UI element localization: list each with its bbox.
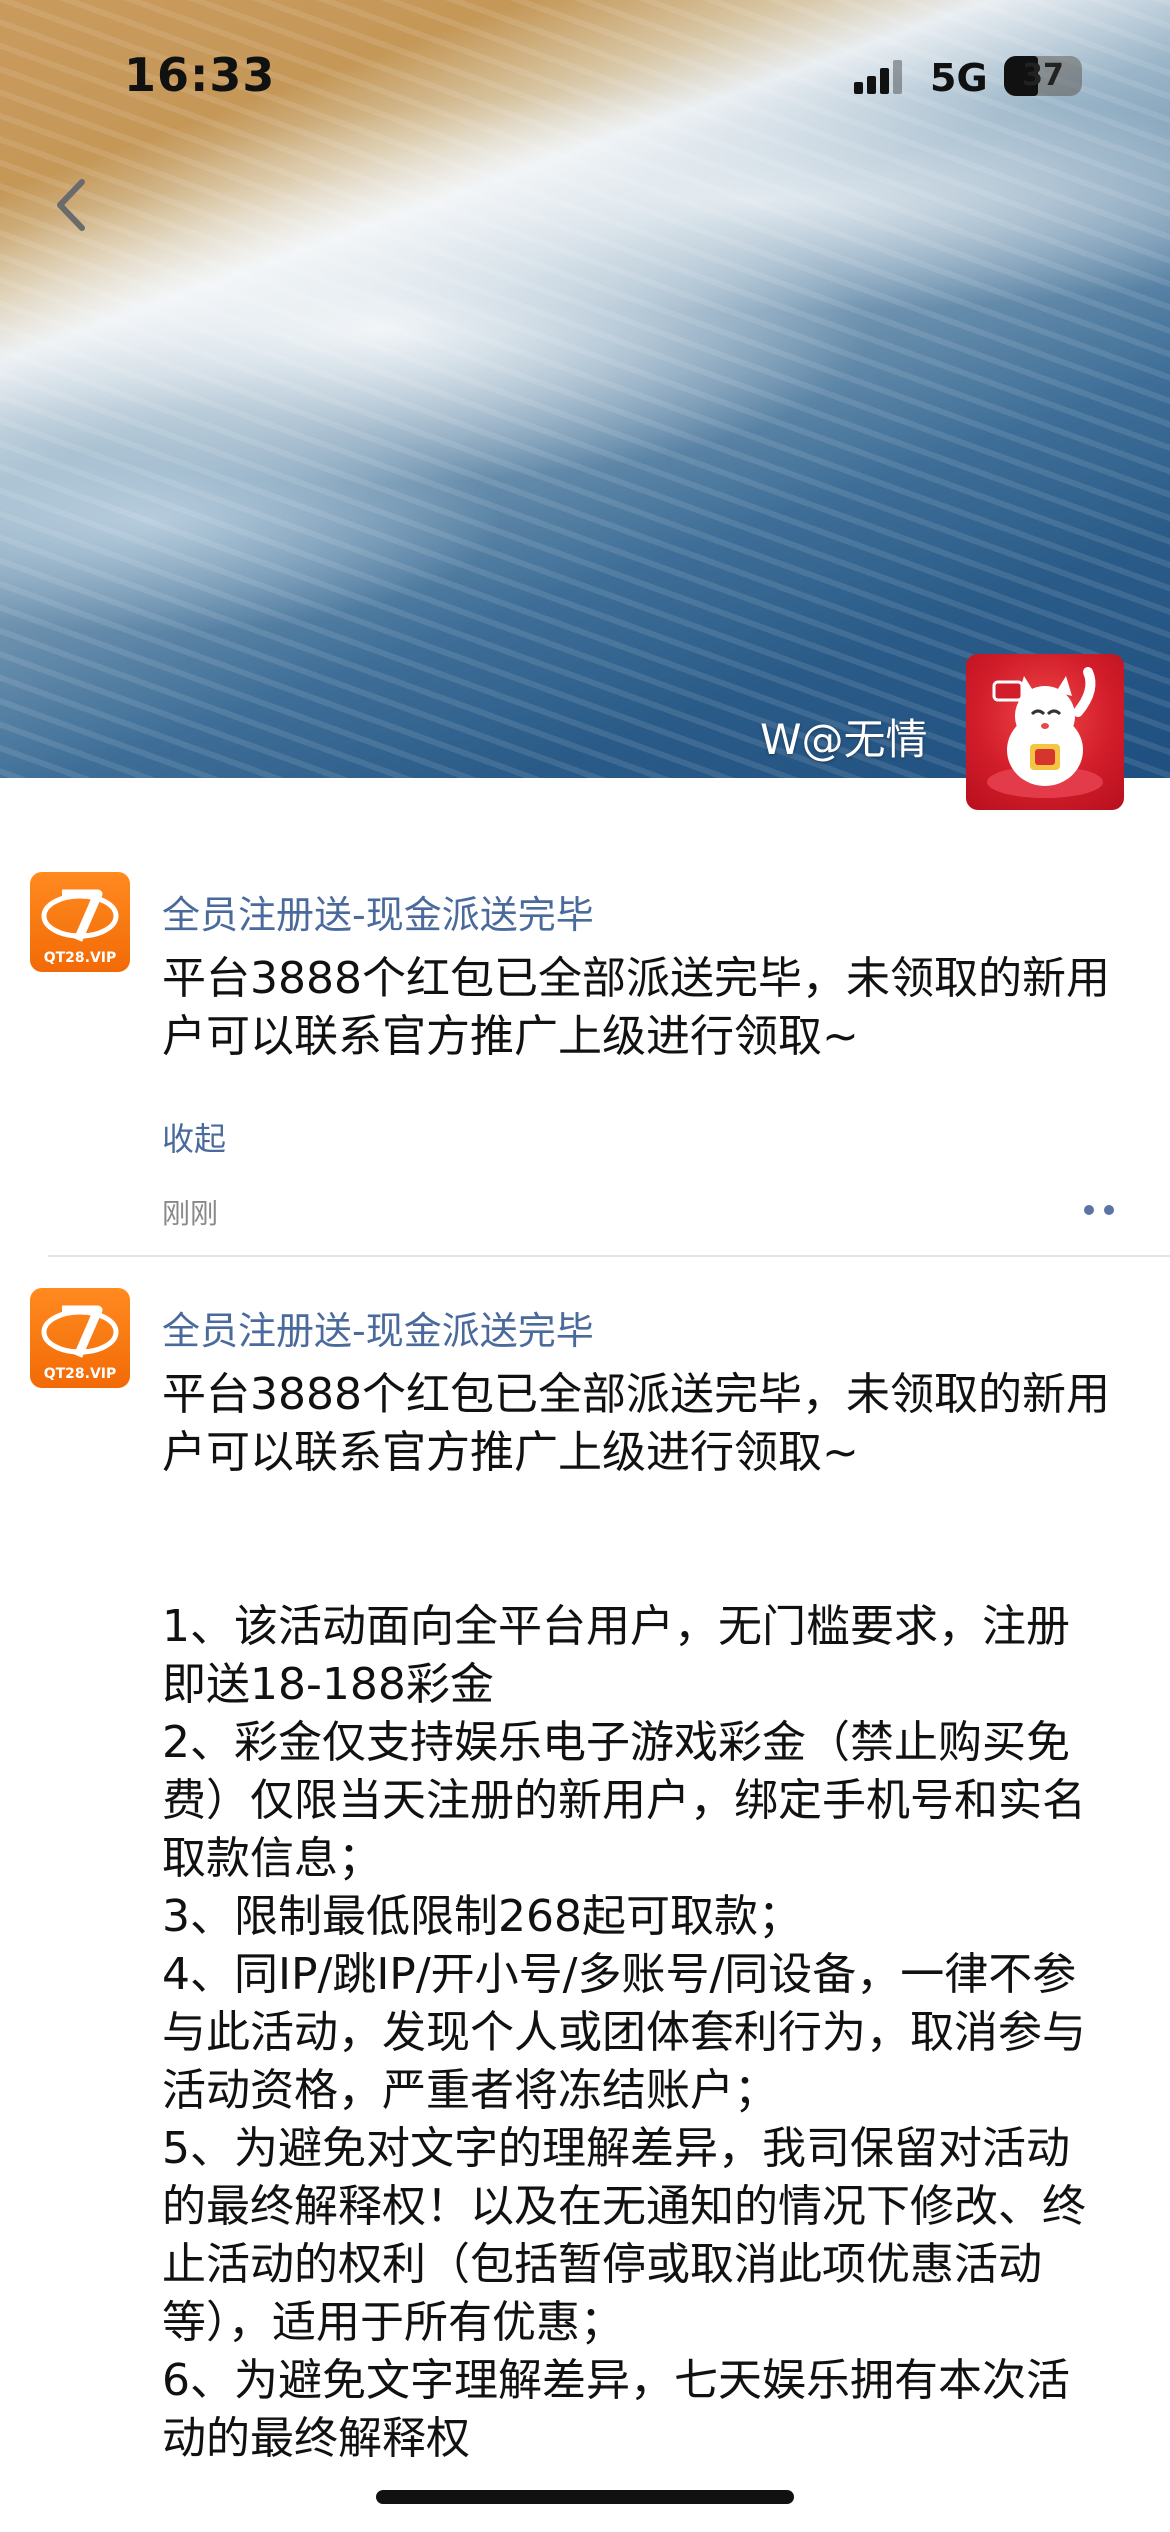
signal-icon bbox=[854, 60, 904, 94]
divider bbox=[48, 1255, 1170, 1257]
more-options-icon[interactable] bbox=[1076, 1192, 1124, 1228]
logo-text: QT28.VIP bbox=[43, 1366, 117, 1382]
post-body: 平台3888个红包已全部派送完毕，未领取的新用户可以联系官方推广上级进行领取~ bbox=[162, 953, 1110, 1062]
collapse-link[interactable]: 收起 bbox=[162, 1114, 226, 1160]
post-title[interactable]: 全员注册送-现金派送完毕 bbox=[162, 1300, 594, 1355]
app-logo[interactable]: QT28.VIP bbox=[30, 1288, 130, 1388]
battery-level: 37 bbox=[1022, 58, 1064, 93]
app-logo[interactable]: QT28.VIP bbox=[30, 872, 130, 972]
avatar[interactable] bbox=[966, 654, 1124, 810]
home-indicator[interactable] bbox=[376, 2490, 794, 2504]
owner-name[interactable]: W@无情 bbox=[760, 706, 928, 767]
logo-text: QT28.VIP bbox=[43, 950, 117, 966]
post-title[interactable]: 全员注册送-现金派送完毕 bbox=[162, 884, 594, 939]
post-time: 刚刚 bbox=[162, 1197, 219, 1230]
network-type: 5G bbox=[930, 56, 988, 100]
status-time: 16:33 bbox=[124, 48, 276, 102]
battery-icon: 37 bbox=[1004, 56, 1082, 96]
post-body: 平台3888个红包已全部派送完毕，未领取的新用户可以联系官方推广上级进行领取~ … bbox=[162, 1369, 1110, 2464]
chevron-left-icon[interactable] bbox=[46, 170, 96, 240]
